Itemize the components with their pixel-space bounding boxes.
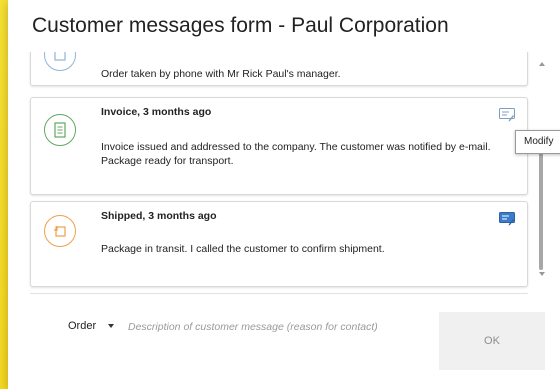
- order-icon: [44, 52, 76, 71]
- message-type-select[interactable]: Order: [68, 320, 115, 332]
- message-header: Shipped, 3 months ago: [101, 210, 217, 222]
- messages-list[interactable]: Order taken by phone with Mr Rick Paul's…: [8, 52, 560, 292]
- dialog-title: Customer messages form - Paul Corporatio…: [32, 14, 449, 37]
- ok-button[interactable]: OK: [439, 312, 545, 370]
- message-text: Package in transit. I called the custome…: [101, 243, 385, 255]
- messages-scrollbar[interactable]: [536, 60, 546, 278]
- edit-icon[interactable]: [499, 108, 515, 122]
- modify-tooltip: Modify: [515, 130, 560, 154]
- message-card-order: Order taken by phone with Mr Rick Paul's…: [30, 52, 528, 86]
- customer-messages-dialog: Customer messages form - Paul Corporatio…: [8, 0, 560, 389]
- message-card-invoice: Invoice, 3 months ago Invoice issued and…: [30, 97, 528, 195]
- message-card-shipped: Shipped, 3 months ago Package in transit…: [30, 201, 528, 287]
- message-type-label: Order: [68, 320, 97, 332]
- invoice-icon: [44, 114, 76, 146]
- scroll-down-icon[interactable]: [539, 272, 545, 276]
- chevron-down-icon: [108, 324, 115, 328]
- message-text: Order taken by phone with Mr Rick Paul's…: [101, 68, 341, 80]
- message-header: Invoice, 3 months ago: [101, 106, 212, 118]
- message-entry-bar: Order OK: [8, 294, 560, 389]
- shipped-icon: [44, 215, 76, 247]
- edit-icon[interactable]: [499, 212, 515, 226]
- scroll-up-icon[interactable]: [539, 62, 545, 66]
- scrollbar-thumb[interactable]: [539, 142, 543, 270]
- message-text: Invoice issued and addressed to the comp…: [101, 141, 491, 167]
- description-input[interactable]: [128, 316, 428, 338]
